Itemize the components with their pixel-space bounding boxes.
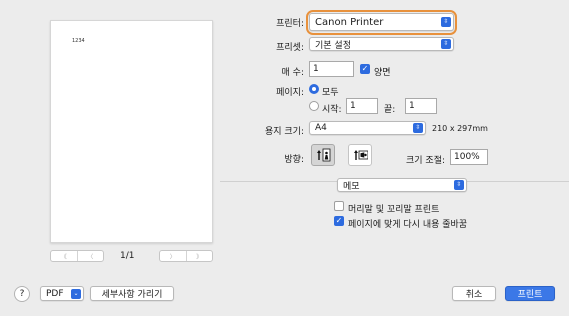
hide-details-button[interactable]: 세부사항 가리기	[90, 286, 174, 301]
paper-size-popup[interactable]: A4 ⇳	[309, 121, 426, 135]
preview-page-text: 1234	[72, 38, 85, 44]
preset-popup[interactable]: 기본 설정 ⇳	[309, 37, 454, 51]
popup-chevron-icon: ⇳	[413, 123, 423, 133]
header-footer-checkbox[interactable]	[334, 201, 344, 211]
next-page-button[interactable]: 〉	[160, 251, 186, 261]
orientation-label: 방향:	[284, 155, 304, 165]
two-sided-label: 양면	[374, 68, 391, 78]
section-popup[interactable]: 메모 ⇳	[337, 178, 467, 192]
pages-all-radio[interactable]	[309, 84, 319, 94]
scale-field[interactable]: 100%	[450, 149, 488, 165]
paper-size-value: A4	[315, 123, 327, 133]
printer-popup[interactable]: Canon Printer ⇳	[309, 13, 454, 31]
pages-from-field[interactable]: 1	[346, 98, 378, 114]
page-indicator: 1/1	[120, 251, 135, 261]
header-footer-label: 머리말 및 꼬리말 프린트	[348, 205, 440, 215]
popup-chevron-icon: ⇳	[441, 17, 451, 27]
popup-chevron-icon: ⇳	[454, 180, 464, 190]
pages-to-label: 끝:	[384, 105, 396, 115]
landscape-orientation-button[interactable]	[348, 144, 372, 166]
popup-chevron-icon: ⇳	[441, 39, 451, 49]
copies-field[interactable]: 1	[309, 61, 354, 77]
pages-label: 페이지:	[276, 88, 304, 98]
portrait-orientation-button[interactable]	[311, 144, 335, 166]
printer-value: Canon Printer	[315, 16, 384, 28]
help-button[interactable]: ?	[14, 286, 30, 302]
pages-range-radio[interactable]	[309, 101, 319, 111]
scale-label: 크기 조절:	[406, 156, 446, 166]
pages-to-field[interactable]: 1	[405, 98, 437, 114]
rewrap-contents-checkbox[interactable]: ✓	[334, 216, 344, 226]
rewrap-contents-label: 페이지에 맞게 다시 내용 줄바꿈	[348, 220, 468, 230]
copies-label: 매 수:	[281, 68, 304, 78]
previous-page-button[interactable]: 〈	[76, 251, 104, 261]
paper-size-label: 용지 크기:	[264, 127, 304, 137]
pdf-menu-button[interactable]: PDF ⌄	[40, 286, 84, 301]
cancel-button[interactable]: 취소	[452, 286, 496, 301]
pages-all-label: 모두	[322, 88, 339, 98]
portrait-orientation-icon	[317, 148, 331, 162]
pdf-label: PDF	[46, 288, 64, 299]
print-button[interactable]: 프린트	[505, 286, 555, 301]
chevron-down-icon: ⌄	[71, 288, 81, 299]
preview-back-nav: 《 〈	[50, 250, 104, 262]
print-preview: 1234	[50, 20, 213, 243]
last-page-button[interactable]: 》	[185, 251, 213, 261]
paper-dimensions: 210 x 297mm	[432, 124, 488, 133]
printer-label: 프린터:	[276, 19, 304, 29]
first-page-button[interactable]: 《	[51, 251, 77, 261]
two-sided-checkbox[interactable]: ✓	[360, 64, 370, 74]
section-value: 메모	[343, 181, 360, 192]
preset-label: 프리셋:	[276, 43, 304, 53]
pages-from-label: 시작:	[322, 105, 342, 115]
preset-value: 기본 설정	[315, 40, 351, 51]
landscape-orientation-icon	[354, 150, 368, 160]
preview-forward-nav: 〉 》	[159, 250, 213, 262]
